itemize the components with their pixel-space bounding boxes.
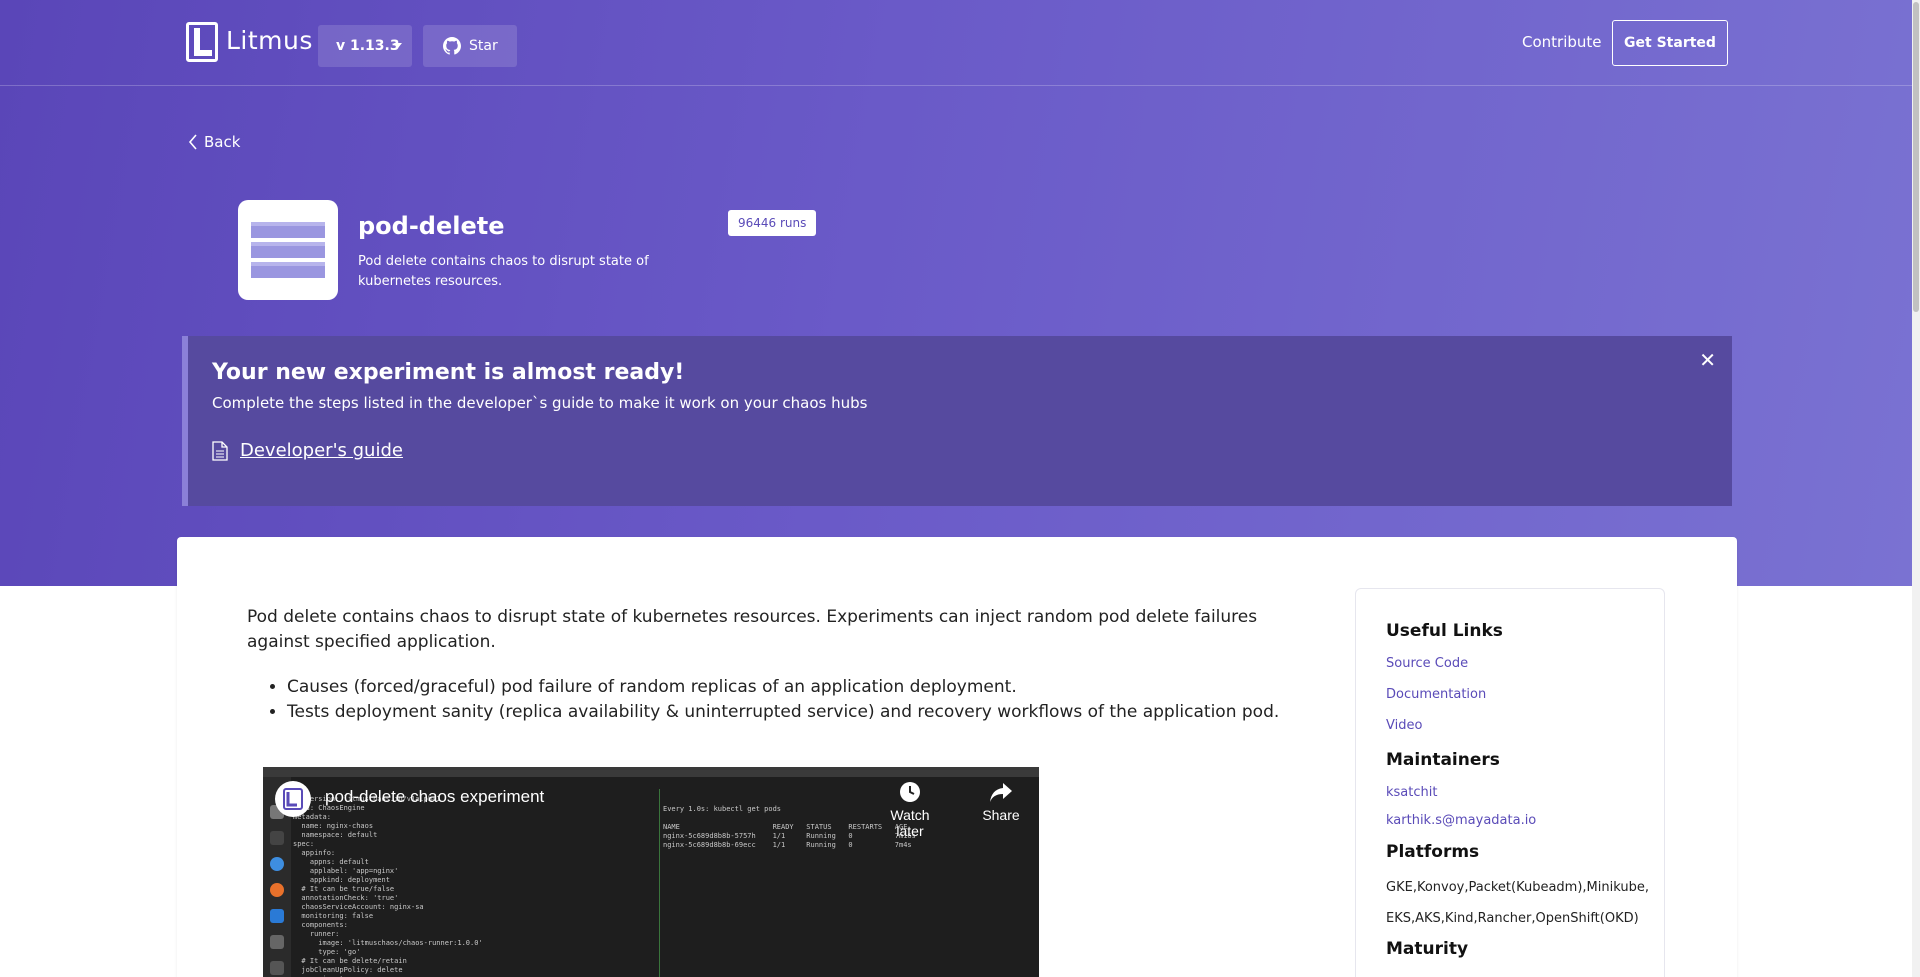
terminal-app-icon <box>270 831 284 845</box>
layer-icon-top <box>251 222 325 238</box>
video-screen-topbar <box>263 767 1039 777</box>
experiment-sidebar: Useful Links Source Code Documentation V… <box>1355 588 1665 977</box>
contribute-link[interactable]: Contribute <box>1522 33 1602 51</box>
terminal-divider <box>659 789 660 977</box>
clock-icon <box>900 782 920 802</box>
version-label: v 1.13.3 <box>336 38 400 54</box>
developer-guide-label: Developer's guide <box>240 440 403 461</box>
experiment-description: Pod delete contains chaos to disrupt sta… <box>358 254 649 289</box>
watch-later-button[interactable]: Watch later <box>875 781 945 839</box>
layer-icon-middle <box>251 242 325 258</box>
developer-guide-link[interactable]: Developer's guide <box>212 440 403 461</box>
list-item: Tests deployment sanity (replica availab… <box>287 700 1279 725</box>
chevron-left-icon <box>188 134 197 150</box>
back-link[interactable]: Back <box>188 133 240 151</box>
logo-text[interactable]: Litmus <box>226 26 313 55</box>
close-icon[interactable]: ✕ <box>1699 348 1716 372</box>
layer-icon-bottom <box>251 262 325 278</box>
hero-banner: Litmus v 1.13.3 Star Contribute Get Star… <box>0 0 1920 586</box>
github-icon <box>443 37 461 55</box>
video-link[interactable]: Video <box>1386 718 1422 733</box>
back-label: Back <box>204 133 241 151</box>
github-star-button[interactable]: Star <box>423 25 517 67</box>
runs-badge: 96446 runs <box>728 210 817 236</box>
video-title[interactable]: pod-delete chaos experiment <box>325 787 544 807</box>
document-icon <box>212 440 228 461</box>
firefox-app-icon <box>270 883 284 897</box>
experiment-notice: Your new experiment is almost ready! Com… <box>182 336 1732 506</box>
maintainers-heading: Maintainers <box>1386 750 1500 770</box>
star-label: Star <box>469 38 498 54</box>
terminal-yaml-pane: apiVersion: litmuschaos.io/v1alpha1 kind… <box>293 795 483 977</box>
experiment-long-description: Pod delete contains chaos to disrupt sta… <box>247 607 1258 652</box>
chrome-app-icon <box>270 857 284 871</box>
notice-title: Your new experiment is almost ready! <box>212 360 685 385</box>
dock-app-icon <box>270 935 284 949</box>
top-navbar: Litmus v 1.13.3 Star Contribute Get Star… <box>0 0 1920 86</box>
litmus-logo-icon[interactable] <box>186 22 218 62</box>
vscode-app-icon <box>270 909 284 923</box>
maturity-heading: Maturity <box>1386 939 1469 959</box>
version-dropdown[interactable]: v 1.13.3 <box>318 25 412 67</box>
useful-links-heading: Useful Links <box>1386 621 1503 641</box>
maintainer-email-link[interactable]: karthik.s@mayadata.io <box>1386 813 1536 828</box>
platforms-list: GKE,Konvoy,Packet(Kubeadm),Minikube, EKS… <box>1386 880 1649 926</box>
documentation-link[interactable]: Documentation <box>1386 687 1486 702</box>
list-item: Causes (forced/graceful) pod failure of … <box>287 675 1279 700</box>
experiment-icon <box>238 200 338 300</box>
feature-list: Causes (forced/graceful) pod failure of … <box>287 675 1279 725</box>
channel-avatar[interactable] <box>275 781 311 817</box>
video-embed[interactable]: apiVersion: litmuschaos.io/v1alpha1 kind… <box>263 767 1039 977</box>
page-scrollbar-thumb[interactable] <box>1913 2 1919 312</box>
experiment-title: pod-delete <box>358 212 505 240</box>
watch-later-label: Watch later <box>890 807 930 839</box>
maintainer-link[interactable]: ksatchit <box>1386 785 1437 800</box>
share-label: Share <box>982 807 1020 823</box>
share-button[interactable]: Share <box>971 781 1031 823</box>
litmus-logo-icon <box>283 788 303 810</box>
platforms-heading: Platforms <box>1386 842 1480 862</box>
source-code-link[interactable]: Source Code <box>1386 656 1468 671</box>
caret-down-icon <box>394 43 402 48</box>
notice-text: Complete the steps listed in the develop… <box>212 394 868 412</box>
dock-app-icon <box>270 961 284 975</box>
share-icon <box>990 783 1012 802</box>
get-started-button[interactable]: Get Started <box>1612 20 1728 66</box>
